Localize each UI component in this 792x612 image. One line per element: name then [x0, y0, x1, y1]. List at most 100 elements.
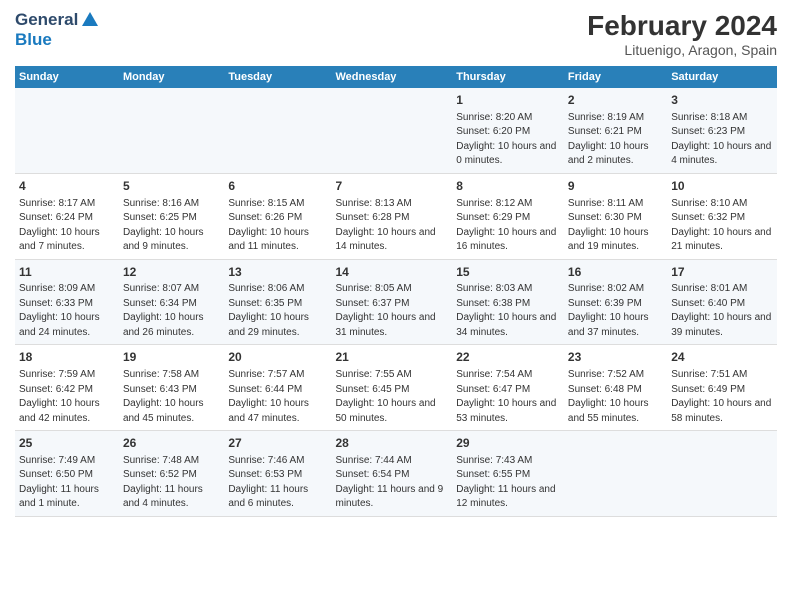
- calendar-cell: 29 Sunrise: 7:43 AM Sunset: 6:55 PM Dayli…: [452, 431, 564, 517]
- day-number: 11: [19, 264, 115, 281]
- calendar-cell: 27Sunrise: 7:46 AM Sunset: 6:53 PM Dayli…: [224, 431, 331, 517]
- day-number: 24: [671, 349, 773, 366]
- calendar-cell: 10 Sunrise: 8:10 AM Sunset: 6:32 PM Dayli…: [667, 173, 777, 259]
- calendar-cell: 19 Sunrise: 7:58 AM Sunset: 6:43 PM Dayli…: [119, 345, 224, 431]
- calendar-cell: 20 Sunrise: 7:57 AM Sunset: 6:44 PM Dayli…: [224, 345, 331, 431]
- calendar-cell: [667, 431, 777, 517]
- calendar-cell: 9 Sunrise: 8:11 AM Sunset: 6:30 PM Daylig…: [564, 173, 667, 259]
- day-number: 16: [568, 264, 663, 281]
- cell-content: Sunrise: 7:46 AM Sunset: 6:53 PM Dayligh…: [228, 454, 327, 512]
- calendar-cell: 24Sunrise: 7:51 AM Sunset: 6:49 PM Dayli…: [667, 345, 777, 431]
- calendar-cell: 25Sunrise: 7:49 AM Sunset: 6:50 PM Dayli…: [15, 431, 119, 517]
- calendar-cell: [224, 88, 331, 173]
- day-number: 7: [336, 178, 449, 195]
- calendar-cell: 15Sunrise: 8:03 AM Sunset: 6:38 PM Dayli…: [452, 259, 564, 345]
- cell-content: Sunrise: 8:05 AM Sunset: 6:37 PM Dayligh…: [336, 282, 449, 340]
- calendar-cell: [332, 88, 453, 173]
- calendar-cell: 13Sunrise: 8:06 AM Sunset: 6:35 PM Dayli…: [224, 259, 331, 345]
- weekday-header: Monday: [119, 66, 224, 88]
- cell-content: Sunrise: 8:02 AM Sunset: 6:39 PM Dayligh…: [568, 282, 663, 340]
- cell-content: Sunrise: 7:54 AM Sunset: 6:47 PM Dayligh…: [456, 368, 560, 426]
- weekday-header: Thursday: [452, 66, 564, 88]
- logo-general: General: [15, 10, 100, 30]
- calendar-week-row: 1 Sunrise: 8:20 AM Sunset: 6:20 PM Daylig…: [15, 88, 777, 173]
- calendar-cell: 12Sunrise: 8:07 AM Sunset: 6:34 PM Dayli…: [119, 259, 224, 345]
- cell-content: Sunrise: 7:59 AM Sunset: 6:42 PM Dayligh…: [19, 368, 115, 426]
- logo: General Blue: [15, 10, 100, 50]
- calendar-week-row: 25Sunrise: 7:49 AM Sunset: 6:50 PM Dayli…: [15, 431, 777, 517]
- day-number: 18: [19, 349, 115, 366]
- weekday-header: Saturday: [667, 66, 777, 88]
- day-number: 20: [228, 349, 327, 366]
- weekday-header: Tuesday: [224, 66, 331, 88]
- calendar-cell: 16Sunrise: 8:02 AM Sunset: 6:39 PM Dayli…: [564, 259, 667, 345]
- cell-content: Sunrise: 7:58 AM Sunset: 6:43 PM Dayligh…: [123, 368, 220, 426]
- cell-content: Sunrise: 7:48 AM Sunset: 6:52 PM Dayligh…: [123, 454, 220, 512]
- logo-icon: [80, 10, 100, 30]
- page-container: General Blue February 2024 Lituenigo, Ar…: [0, 0, 792, 527]
- calendar-table: SundayMondayTuesdayWednesdayThursdayFrid…: [15, 66, 777, 517]
- calendar-cell: 17Sunrise: 8:01 AM Sunset: 6:40 PM Dayli…: [667, 259, 777, 345]
- calendar-cell: 26 Sunrise: 7:48 AM Sunset: 6:52 PM Dayli…: [119, 431, 224, 517]
- cell-content: Sunrise: 7:43 AM Sunset: 6:55 PM Dayligh…: [456, 454, 560, 512]
- day-number: 2: [568, 92, 663, 109]
- calendar-cell: 11Sunrise: 8:09 AM Sunset: 6:33 PM Dayli…: [15, 259, 119, 345]
- calendar-cell: 23 Sunrise: 7:52 AM Sunset: 6:48 PM Dayli…: [564, 345, 667, 431]
- day-number: 22: [456, 349, 560, 366]
- day-number: 15: [456, 264, 560, 281]
- calendar-cell: [119, 88, 224, 173]
- day-number: 9: [568, 178, 663, 195]
- day-number: 19: [123, 349, 220, 366]
- day-number: 21: [336, 349, 449, 366]
- calendar-cell: 28Sunrise: 7:44 AM Sunset: 6:54 PM Dayli…: [332, 431, 453, 517]
- subtitle: Lituenigo, Aragon, Spain: [587, 42, 777, 58]
- title-area: February 2024 Lituenigo, Aragon, Spain: [587, 10, 777, 58]
- day-number: 17: [671, 264, 773, 281]
- cell-content: Sunrise: 8:09 AM Sunset: 6:33 PM Dayligh…: [19, 282, 115, 340]
- day-number: 6: [228, 178, 327, 195]
- day-number: 14: [336, 264, 449, 281]
- day-number: 8: [456, 178, 560, 195]
- cell-content: Sunrise: 8:19 AM Sunset: 6:21 PM Dayligh…: [568, 111, 663, 169]
- calendar-cell: [564, 431, 667, 517]
- calendar-cell: 18 Sunrise: 7:59 AM Sunset: 6:42 PM Dayli…: [15, 345, 119, 431]
- calendar-cell: 1 Sunrise: 8:20 AM Sunset: 6:20 PM Daylig…: [452, 88, 564, 173]
- cell-content: Sunrise: 7:52 AM Sunset: 6:48 PM Dayligh…: [568, 368, 663, 426]
- calendar-cell: 8 Sunrise: 8:12 AM Sunset: 6:29 PM Daylig…: [452, 173, 564, 259]
- calendar-cell: 3 Sunrise: 8:18 AM Sunset: 6:23 PM Daylig…: [667, 88, 777, 173]
- cell-content: Sunrise: 8:03 AM Sunset: 6:38 PM Dayligh…: [456, 282, 560, 340]
- logo-blue: Blue: [15, 30, 100, 50]
- calendar-cell: 22 Sunrise: 7:54 AM Sunset: 6:47 PM Dayli…: [452, 345, 564, 431]
- cell-content: Sunrise: 8:13 AM Sunset: 6:28 PM Dayligh…: [336, 197, 449, 255]
- cell-content: Sunrise: 8:11 AM Sunset: 6:30 PM Dayligh…: [568, 197, 663, 255]
- weekday-header: Friday: [564, 66, 667, 88]
- day-number: 13: [228, 264, 327, 281]
- cell-content: Sunrise: 8:07 AM Sunset: 6:34 PM Dayligh…: [123, 282, 220, 340]
- day-number: 10: [671, 178, 773, 195]
- day-number: 3: [671, 92, 773, 109]
- day-number: 23: [568, 349, 663, 366]
- cell-content: Sunrise: 8:10 AM Sunset: 6:32 PM Dayligh…: [671, 197, 773, 255]
- calendar-cell: 6Sunrise: 8:15 AM Sunset: 6:26 PM Daylig…: [224, 173, 331, 259]
- calendar-cell: 5Sunrise: 8:16 AM Sunset: 6:25 PM Daylig…: [119, 173, 224, 259]
- day-number: 1: [456, 92, 560, 109]
- calendar-cell: 4Sunrise: 8:17 AM Sunset: 6:24 PM Daylig…: [15, 173, 119, 259]
- cell-content: Sunrise: 8:06 AM Sunset: 6:35 PM Dayligh…: [228, 282, 327, 340]
- calendar-week-row: 18 Sunrise: 7:59 AM Sunset: 6:42 PM Dayli…: [15, 345, 777, 431]
- cell-content: Sunrise: 7:57 AM Sunset: 6:44 PM Dayligh…: [228, 368, 327, 426]
- day-number: 26: [123, 435, 220, 452]
- cell-content: Sunrise: 8:20 AM Sunset: 6:20 PM Dayligh…: [456, 111, 560, 169]
- calendar-cell: 7 Sunrise: 8:13 AM Sunset: 6:28 PM Daylig…: [332, 173, 453, 259]
- calendar-cell: 2 Sunrise: 8:19 AM Sunset: 6:21 PM Daylig…: [564, 88, 667, 173]
- cell-content: Sunrise: 7:49 AM Sunset: 6:50 PM Dayligh…: [19, 454, 115, 512]
- cell-content: Sunrise: 8:01 AM Sunset: 6:40 PM Dayligh…: [671, 282, 773, 340]
- cell-content: Sunrise: 8:12 AM Sunset: 6:29 PM Dayligh…: [456, 197, 560, 255]
- logo-text: General Blue: [15, 10, 100, 50]
- day-number: 5: [123, 178, 220, 195]
- cell-content: Sunrise: 7:55 AM Sunset: 6:45 PM Dayligh…: [336, 368, 449, 426]
- cell-content: Sunrise: 8:17 AM Sunset: 6:24 PM Dayligh…: [19, 197, 115, 255]
- calendar-cell: [15, 88, 119, 173]
- day-number: 12: [123, 264, 220, 281]
- cell-content: Sunrise: 8:18 AM Sunset: 6:23 PM Dayligh…: [671, 111, 773, 169]
- day-number: 29: [456, 435, 560, 452]
